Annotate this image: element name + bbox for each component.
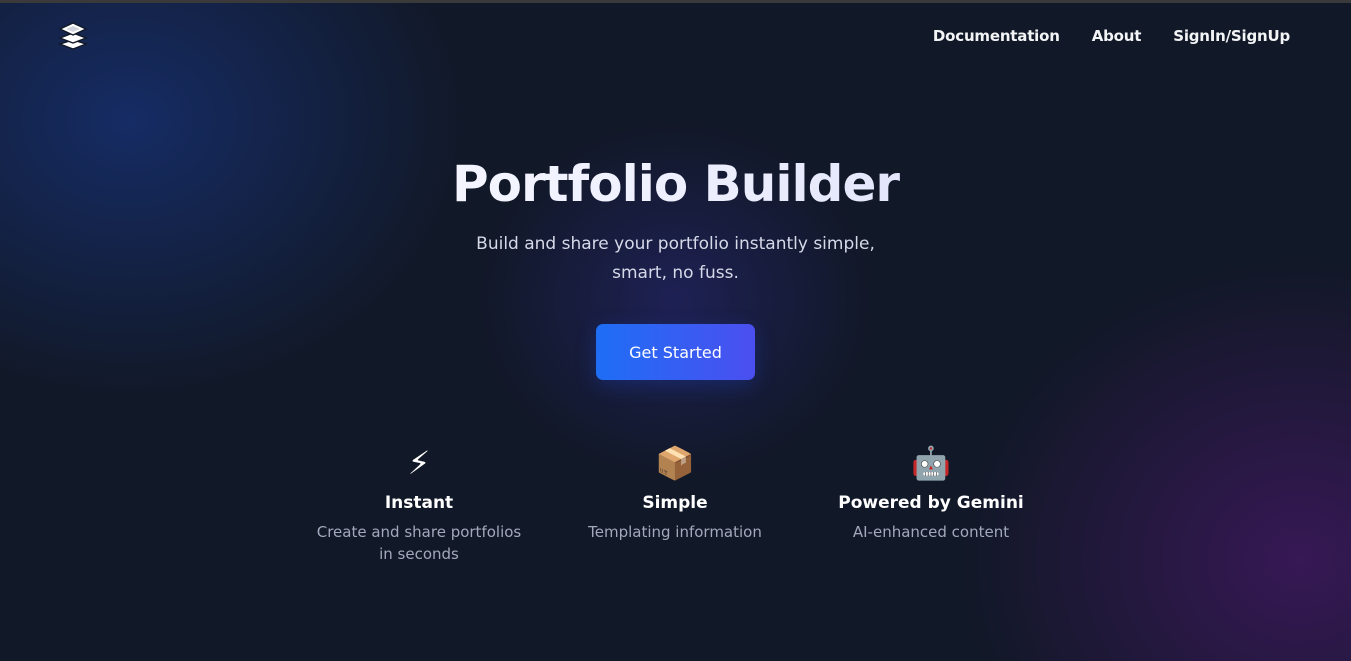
feature-powered-by-gemini: 🤖 Powered by Gemini AI-enhanced content xyxy=(811,443,1051,543)
nav-link-signin-signup[interactable]: SignIn/SignUp xyxy=(1173,25,1290,47)
logo-svg xyxy=(57,22,89,50)
hero-section: Portfolio Builder Build and share your p… xyxy=(0,150,1351,288)
page-title: Portfolio Builder xyxy=(0,150,1351,218)
feature-description: Templating information xyxy=(588,523,762,541)
feature-instant: ⚡ Instant Create and share portfolios in… xyxy=(299,443,539,565)
hero-subtitle: Build and share your portfolio instantly… xyxy=(476,234,875,283)
feature-title: Simple xyxy=(642,493,708,513)
feature-description: AI-enhanced content xyxy=(852,523,1010,541)
feature-title: Instant xyxy=(384,493,454,513)
lightning-icon: ⚡ xyxy=(407,444,431,482)
feature-description: Create and share portfolios in seconds xyxy=(316,523,522,563)
feature-title: Powered by Gemini xyxy=(838,493,1024,513)
package-icon: 📦 xyxy=(655,444,695,482)
window-top-border xyxy=(0,0,1351,3)
nav-link-about[interactable]: About xyxy=(1092,25,1142,47)
get-started-button[interactable]: Get Started xyxy=(596,324,755,380)
nav-link-documentation[interactable]: Documentation xyxy=(933,25,1060,47)
layers-stack-icon[interactable] xyxy=(57,20,89,52)
feature-simple: 📦 Simple Templating information xyxy=(555,443,795,543)
top-nav: Documentation About SignIn/SignUp xyxy=(933,25,1290,47)
robot-icon: 🤖 xyxy=(911,444,951,482)
